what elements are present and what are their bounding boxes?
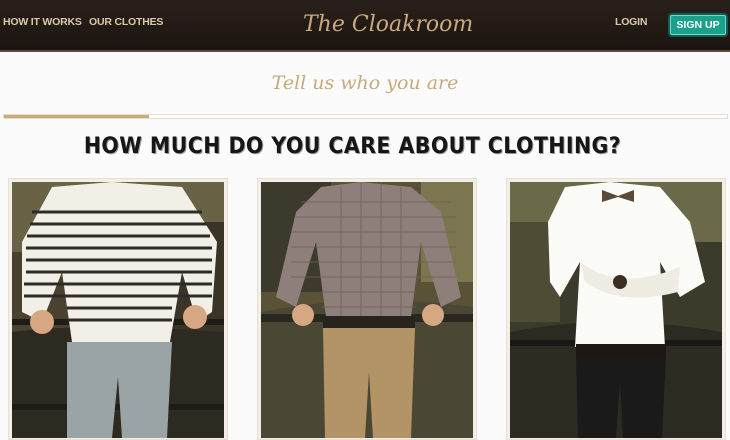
option-card-smart-casual[interactable] [257,178,477,440]
logo[interactable]: The Cloakroom [303,8,473,42]
nav-our-clothes[interactable]: OUR CLOTHES [89,16,163,28]
login-link[interactable]: LOGIN [615,16,647,28]
progress-bar [3,114,728,119]
top-navbar: HOW IT WORKS OUR CLOTHES The Cloakroom L… [0,0,730,52]
signup-button[interactable]: SIGN UP [668,13,728,37]
photo-checked-shirt [261,182,473,438]
option-card-casual[interactable] [8,178,228,440]
step-tagline: Tell us who you are [271,72,459,94]
option-card-stylish[interactable] [506,178,726,440]
photo-striped-sweater [12,182,224,438]
nav-how-it-works[interactable]: HOW IT WORKS [3,16,82,28]
progress-fill [4,115,149,118]
photo-bow-tie [510,182,722,438]
question-title: HOW MUCH DO YOU CARE ABOUT CLOTHING? [83,134,622,159]
